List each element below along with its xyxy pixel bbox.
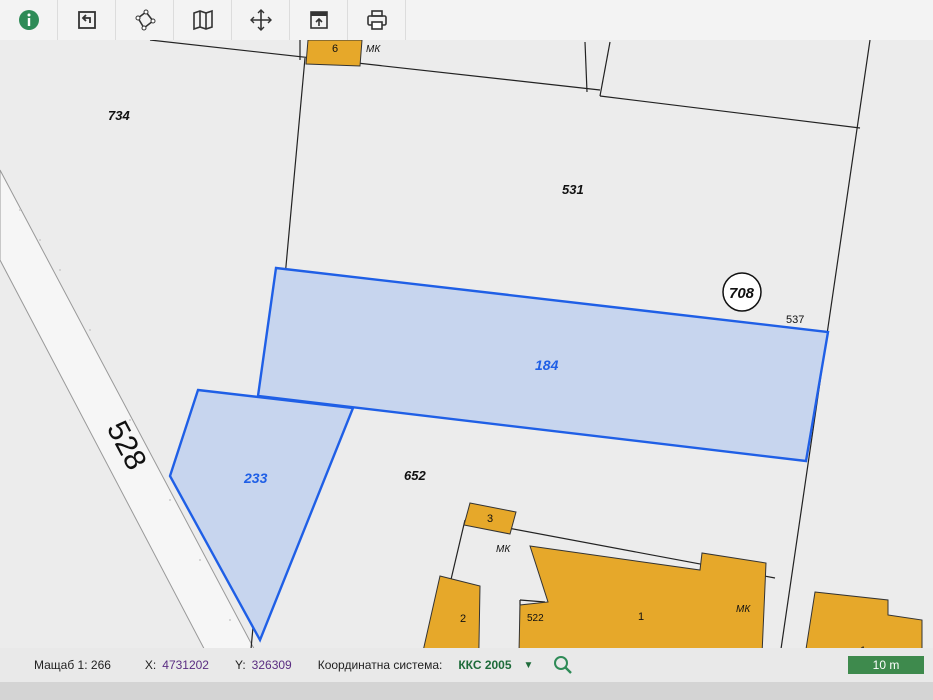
- status-bar: Мащаб 1: 266 X: 4731202 Y: 326309 Коорди…: [0, 648, 933, 682]
- parcel-label-531: 531: [562, 182, 584, 197]
- x-label: X:: [144, 658, 157, 672]
- polygon-icon: [135, 9, 155, 31]
- toolbar: [0, 0, 933, 41]
- print-icon: [366, 10, 387, 30]
- crs-select[interactable]: ККС 2005 ▼: [458, 658, 533, 672]
- undo-icon: [77, 11, 96, 29]
- marker-label-mk: МК: [496, 544, 511, 555]
- export-icon: [309, 11, 328, 29]
- parcel-label-537: 537: [786, 314, 804, 326]
- scale-bar: 10 m: [848, 656, 924, 674]
- chevron-down-icon: ▼: [523, 659, 534, 671]
- export-button[interactable]: [290, 0, 348, 40]
- parcel-label-652: 652: [404, 468, 426, 483]
- map-icon: [192, 9, 213, 31]
- y-value: 326309: [251, 658, 292, 672]
- y-label: Y:: [234, 658, 246, 672]
- marker-label-mk: МК: [736, 604, 751, 615]
- parcel-label-522: 522: [527, 613, 544, 624]
- undo-button[interactable]: [58, 0, 116, 40]
- polygon-button[interactable]: [116, 0, 174, 40]
- info-button[interactable]: [0, 0, 58, 40]
- map-button[interactable]: [174, 0, 232, 40]
- building-label-6: 6: [332, 43, 338, 55]
- coordinates-icon: [249, 9, 272, 31]
- search-button[interactable]: [553, 655, 573, 675]
- building-label-1: 1: [638, 611, 644, 623]
- marker-label-mk: МК: [366, 44, 381, 55]
- x-value: 4731202: [162, 658, 209, 672]
- crs-label: Координатна система:: [317, 658, 443, 672]
- building-label-3: 3: [487, 513, 493, 525]
- print-button[interactable]: [348, 0, 406, 40]
- info-icon: [18, 10, 39, 30]
- bottom-bar: [0, 682, 933, 700]
- parcel-label-734: 734: [108, 108, 130, 123]
- search-icon: [554, 656, 573, 674]
- building-label-2: 2: [460, 613, 466, 625]
- crs-value: ККС 2005: [458, 658, 512, 672]
- coordinates-button[interactable]: [232, 0, 290, 40]
- scale-label: Мащаб 1: 266: [34, 658, 111, 672]
- cadastral-map[interactable]: 734 531 652 184 233 537 522 708 528 6 3 …: [0, 40, 933, 700]
- block-label-708: 708: [729, 285, 755, 302]
- parcel-label-184: 184: [535, 357, 559, 373]
- parcel-label-233: 233: [243, 470, 268, 486]
